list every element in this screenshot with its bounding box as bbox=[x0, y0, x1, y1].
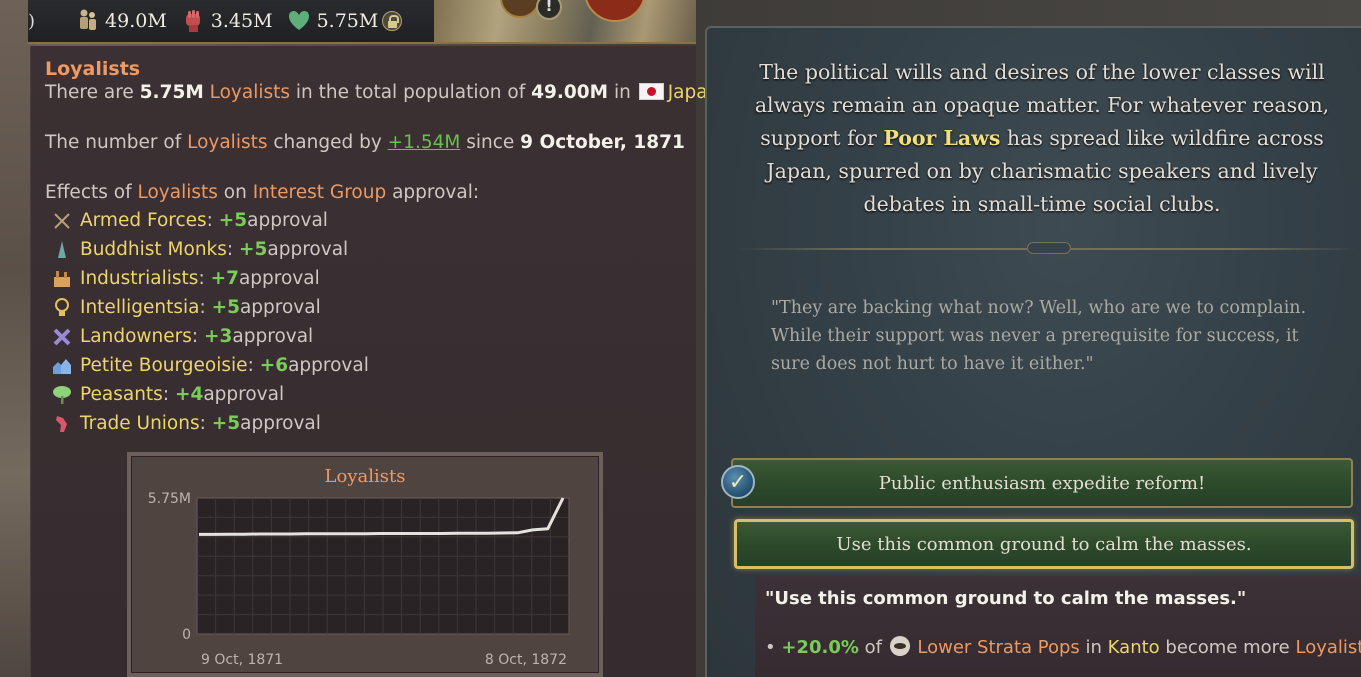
map-decoration bbox=[434, 0, 696, 42]
event-description: The political wills and desires of the l… bbox=[754, 60, 1330, 216]
option-calm-masses-button[interactable]: Use this common ground to calm the masse… bbox=[734, 519, 1354, 569]
factory-icon bbox=[51, 268, 73, 290]
ig-row-armed-forces[interactable]: Armed Forces: +5 approval bbox=[51, 206, 369, 235]
x-tick-label-start: 9 Oct, 1871 bbox=[201, 652, 283, 668]
lock-icon[interactable] bbox=[382, 11, 403, 31]
ig-row-trade-unions[interactable]: Trade Unions: +5 approval bbox=[51, 409, 369, 438]
ig-row-buddhist-monks[interactable]: Buddhist Monks: +5 approval bbox=[51, 235, 369, 264]
ig-row-petite-bourgeoisie[interactable]: Petite Bourgeoisie: +6 approval bbox=[51, 351, 369, 380]
ig-row-industrialists[interactable]: Industrialists: +7 approval bbox=[51, 264, 369, 293]
tooltip-title: Loyalists bbox=[45, 58, 141, 80]
windmill-icon bbox=[51, 326, 73, 348]
loyalists-link[interactable]: Loyalists bbox=[210, 82, 290, 103]
background-backdrop bbox=[0, 0, 32, 677]
effect-line: • +20.0% of Lower Strata Pops in Kanto b… bbox=[765, 636, 1361, 658]
radical-fist-icon bbox=[185, 10, 200, 32]
temple-icon bbox=[51, 239, 73, 261]
radicals-value: 3.45M bbox=[210, 10, 273, 32]
change-line: The number of Loyalists changed by +1.54… bbox=[45, 132, 685, 153]
loyalists-link[interactable]: Loyalists bbox=[187, 132, 267, 153]
y-tick-label: 5.75M bbox=[148, 491, 191, 507]
chart-plot: 5.75M 0 9 Oct, 1871 8 Oct, 1872 bbox=[148, 491, 570, 668]
lightbulb-icon bbox=[51, 297, 73, 319]
interest-group-link[interactable]: Interest Group bbox=[253, 182, 387, 203]
ig-row-peasants[interactable]: Peasants: +4 approval bbox=[51, 380, 369, 409]
ig-row-landowners[interactable]: Landowners: +3 approval bbox=[51, 322, 369, 351]
divider-ornament bbox=[1027, 242, 1071, 254]
option-effect-tooltip: "Use this common ground to calm the mass… bbox=[755, 576, 1361, 677]
effects-line: Effects of Loyalists on Interest Group a… bbox=[45, 182, 480, 203]
loyalist-link[interactable]: Loyalist bbox=[1295, 637, 1361, 658]
kanto-link[interactable]: Kanto bbox=[1108, 637, 1160, 658]
loyalists-stat[interactable]: 5.75M bbox=[287, 8, 403, 34]
option-public-enthusiasm-button[interactable]: Public enthusiasm expedite reform! bbox=[731, 458, 1353, 508]
ig-row-intelligentsia[interactable]: Intelligentsia: +5 approval bbox=[51, 293, 369, 322]
population-line: There are 5.75M Loyalists in the total p… bbox=[45, 82, 720, 103]
change-delta-link[interactable]: +1.54M bbox=[388, 132, 461, 153]
loyalist-heart-icon bbox=[288, 11, 309, 30]
japan-flag-icon bbox=[638, 83, 664, 100]
loyalists-link[interactable]: Loyalists bbox=[137, 182, 217, 203]
checkmark-icon: ✓ bbox=[721, 465, 755, 499]
x-tick-label-end: 8 Oct, 1872 bbox=[485, 652, 567, 668]
event-panel: The political wills and desires of the l… bbox=[705, 26, 1361, 677]
tree-icon bbox=[51, 384, 73, 406]
population-icon bbox=[80, 9, 97, 30]
poor-laws-link[interactable]: Poor Laws bbox=[883, 126, 1000, 150]
lower-strata-link[interactable]: Lower Strata Pops bbox=[917, 637, 1079, 658]
radicals-stat[interactable]: 3.45M bbox=[181, 8, 273, 34]
crossed-swords-icon bbox=[51, 210, 73, 232]
event-flavor-quote: "They are backing what now? Well, who ar… bbox=[771, 298, 1307, 374]
houses-icon bbox=[51, 355, 73, 377]
loyalists-chart: Loyalists 5.75M 0 9 Oct, 1871 8 Oct, 1872 bbox=[127, 452, 603, 677]
pops-icon bbox=[889, 636, 910, 656]
effect-title: "Use this common ground to calm the mass… bbox=[765, 588, 1247, 609]
loyalists-tooltip: Loyalists There are 5.75M Loyalists in t… bbox=[30, 46, 719, 677]
population-stat[interactable]: 49.0M bbox=[75, 8, 167, 34]
loyalists-value: 5.75M bbox=[316, 10, 379, 32]
y-tick-label: 0 bbox=[182, 627, 191, 643]
option-label: Use this common ground to calm the masse… bbox=[836, 533, 1252, 555]
population-value: 49.0M bbox=[105, 10, 167, 32]
option-label: Public enthusiasm expedite reform! bbox=[878, 472, 1206, 494]
fist-icon bbox=[51, 413, 73, 435]
topbar-lead-glyph: ) bbox=[28, 10, 36, 32]
interest-group-list: Armed Forces: +5 approval Buddhist Monks… bbox=[51, 206, 369, 438]
